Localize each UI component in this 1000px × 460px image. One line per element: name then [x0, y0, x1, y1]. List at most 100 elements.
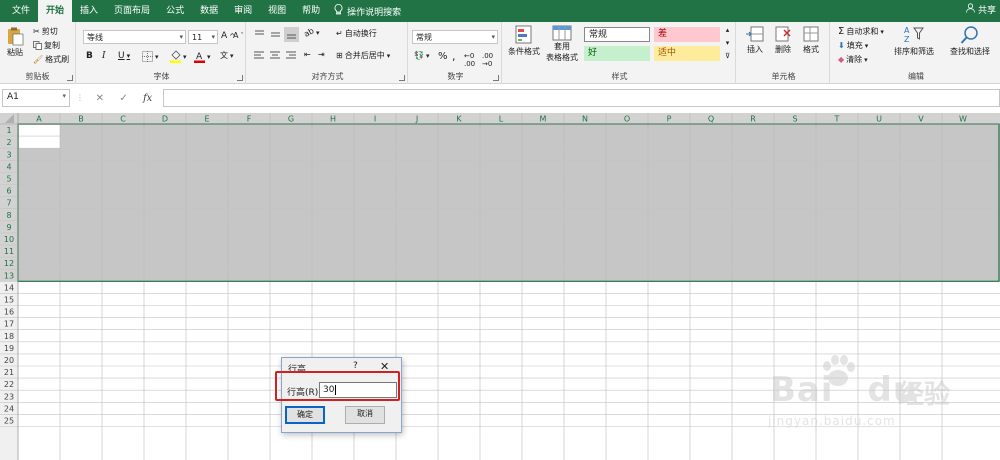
column-header-H[interactable]: H	[330, 115, 336, 124]
row-header-8[interactable]: 8	[6, 211, 11, 220]
insert-function-button[interactable]: fx	[143, 93, 152, 104]
row-header-4[interactable]: 4	[6, 162, 11, 171]
orientation-button[interactable]: ab ▾	[302, 26, 319, 39]
column-header-J[interactable]: J	[415, 115, 418, 124]
increase-decimal-button[interactable]: ←0.00	[464, 52, 475, 68]
column-header-R[interactable]: R	[750, 115, 756, 124]
font-name-combo[interactable]: 等线 ▾	[83, 30, 186, 44]
alignment-launcher-icon[interactable]	[399, 75, 405, 81]
align-top-button[interactable]	[254, 29, 265, 40]
column-header-O[interactable]: O	[624, 115, 630, 124]
format-painter-button[interactable]: 🖌 格式刷	[33, 54, 69, 65]
phonetic-button[interactable]: 文 ▾	[220, 50, 234, 61]
cancel-icon[interactable]: ✕	[96, 93, 104, 104]
delete-cells-button[interactable]: 删除	[774, 25, 792, 55]
borders-button[interactable]: ▾	[142, 51, 159, 62]
row-header-12[interactable]: 12	[4, 259, 14, 268]
conditional-format-button[interactable]: 条件格式	[508, 25, 540, 57]
format-as-table-button[interactable]: 套用 表格格式	[546, 25, 578, 63]
insert-cells-button[interactable]: 插入	[746, 25, 764, 55]
ok-button[interactable]: 确定	[285, 406, 325, 424]
align-center-button[interactable]	[270, 50, 281, 61]
row-header-10[interactable]: 10	[4, 235, 14, 244]
help-icon[interactable]: ?	[353, 361, 358, 371]
tab-7[interactable]: 视图	[260, 0, 294, 22]
tab-2[interactable]: 插入	[72, 0, 106, 22]
row-header-3[interactable]: 3	[6, 150, 11, 159]
row-header-2[interactable]: 2	[6, 138, 11, 147]
number-format-combo[interactable]: 常规 ▾	[412, 30, 498, 44]
autosum-button[interactable]: Σ 自动求和 ▾	[838, 26, 884, 37]
tab-6[interactable]: 审阅	[226, 0, 260, 22]
merge-center-button[interactable]: ⊞ 合并后居中 ▾	[336, 50, 390, 61]
align-left-button[interactable]	[254, 50, 265, 61]
style-neutral[interactable]: 适中	[654, 46, 720, 61]
row-header-6[interactable]: 6	[6, 187, 11, 196]
row-header-21[interactable]: 21	[4, 368, 14, 377]
increase-indent-button[interactable]: ⇥	[318, 50, 325, 59]
row-header-18[interactable]: 18	[4, 332, 14, 341]
tab-8[interactable]: 帮助	[294, 0, 328, 22]
clear-button[interactable]: ◆ 清除 ▾	[838, 54, 868, 65]
align-right-button[interactable]	[286, 50, 297, 61]
tab-3[interactable]: 页面布局	[106, 0, 158, 22]
column-header-A[interactable]: A	[36, 115, 42, 124]
italic-button[interactable]: I	[102, 51, 106, 61]
style-normal[interactable]: 常规	[584, 27, 650, 42]
column-header-U[interactable]: U	[876, 115, 882, 124]
row-header-13[interactable]: 13	[4, 271, 14, 280]
column-header-S[interactable]: S	[792, 115, 797, 124]
column-header-I[interactable]: I	[374, 115, 376, 124]
percent-button[interactable]: %	[438, 51, 448, 62]
paste-button[interactable]: 粘贴	[5, 26, 25, 58]
column-header-Q[interactable]: Q	[708, 115, 714, 124]
font-color-button[interactable]: A ▾	[194, 50, 211, 63]
column-header-T[interactable]: T	[834, 115, 840, 124]
decrease-indent-button[interactable]: ⇤	[304, 50, 311, 59]
font-size-combo[interactable]: 11 ▾	[188, 30, 218, 44]
cut-button[interactable]: ✂ 剪切	[33, 26, 58, 37]
tab-4[interactable]: 公式	[158, 0, 192, 22]
row-header-17[interactable]: 17	[4, 320, 14, 329]
comma-button[interactable]: ,	[452, 50, 456, 63]
row-header-9[interactable]: 9	[6, 223, 11, 232]
tell-me-search[interactable]: 操作说明搜索	[328, 4, 401, 18]
row-header-5[interactable]: 5	[6, 175, 11, 184]
check-icon[interactable]: ✓	[119, 93, 127, 104]
row-header-7[interactable]: 7	[6, 199, 11, 208]
font-launcher-icon[interactable]	[237, 75, 243, 81]
row-header-16[interactable]: 16	[4, 308, 14, 317]
column-header-B[interactable]: B	[78, 115, 84, 124]
styles-scroll[interactable]: ▴ ▾ ⊽	[725, 26, 730, 60]
number-launcher-icon[interactable]	[493, 75, 499, 81]
align-bottom-button[interactable]	[284, 27, 299, 42]
underline-button[interactable]: U ▾	[118, 51, 130, 61]
clipboard-launcher-icon[interactable]	[67, 75, 73, 81]
fill-color-button[interactable]: ▾	[170, 50, 187, 63]
row-header-24[interactable]: 24	[4, 404, 14, 413]
formula-input[interactable]	[163, 89, 1000, 107]
column-header-F[interactable]: F	[247, 115, 252, 124]
tab-0[interactable]: 文件	[4, 0, 38, 22]
column-header-L[interactable]: L	[499, 115, 504, 124]
active-cell[interactable]	[19, 125, 60, 149]
tab-5[interactable]: 数据	[192, 0, 226, 22]
column-header-K[interactable]: K	[456, 115, 462, 124]
copy-button[interactable]: 复制	[33, 40, 60, 51]
row-header-23[interactable]: 23	[4, 392, 14, 401]
bold-button[interactable]: B	[86, 51, 93, 61]
column-header-G[interactable]: G	[288, 115, 294, 124]
row-header-1[interactable]: 1	[6, 126, 11, 135]
row-header-11[interactable]: 11	[4, 247, 14, 256]
tab-1[interactable]: 开始	[38, 0, 73, 22]
row-header-14[interactable]: 14	[4, 283, 14, 292]
style-good[interactable]: 好	[584, 46, 650, 61]
name-box[interactable]: A1 ▾	[2, 89, 70, 107]
column-header-V[interactable]: V	[918, 115, 924, 124]
accounting-button[interactable]: 💱 ▾	[414, 51, 429, 60]
align-middle-button[interactable]	[270, 29, 281, 40]
row-header-22[interactable]: 22	[4, 380, 14, 389]
column-header-N[interactable]: N	[582, 115, 588, 124]
wrap-text-button[interactable]: ↵ 自动换行	[336, 28, 377, 39]
row-header-25[interactable]: 25	[4, 417, 14, 426]
